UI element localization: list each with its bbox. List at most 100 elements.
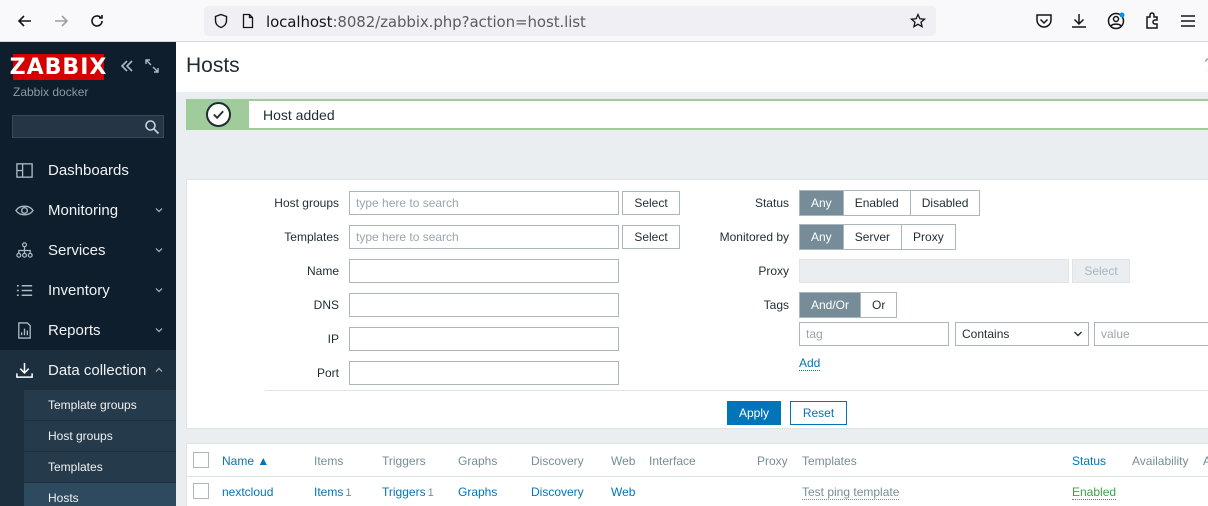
sidebar-search-input[interactable] (12, 115, 164, 138)
port-label: Port (316, 366, 339, 380)
status-any[interactable]: Any (800, 191, 844, 215)
dns-label: DNS (313, 298, 339, 312)
checkmark-icon (206, 102, 231, 127)
items-label: Items (314, 485, 344, 499)
main-menu: Dashboards Monitoring Services Inventory… (0, 150, 176, 506)
triggers-label: Triggers (382, 485, 426, 499)
extensions-icon[interactable] (1142, 11, 1162, 31)
menu-icon[interactable] (1178, 11, 1198, 31)
templates-input[interactable]: type here to search (349, 225, 619, 249)
port-input[interactable] (349, 361, 619, 385)
chevron-down-icon (155, 248, 163, 253)
submenu-template-groups[interactable]: Template groups (24, 390, 176, 421)
status-label: Status (754, 196, 789, 210)
tag-name-input[interactable]: tag (799, 322, 949, 346)
pocket-icon[interactable] (1034, 11, 1054, 31)
tag-operator-select[interactable]: Contains (955, 322, 1089, 346)
monitored-by-proxy[interactable]: Proxy (902, 225, 955, 249)
column-header-discovery: Discovery (531, 454, 584, 468)
monitored-by-any[interactable]: Any (800, 225, 844, 249)
menu-item-data-collection[interactable]: Data collection (0, 350, 176, 390)
host-groups-input[interactable]: type here to search (349, 191, 619, 215)
host-groups-select-button[interactable]: Select (622, 191, 680, 215)
template-link[interactable]: Test ping template (802, 485, 900, 500)
dns-input[interactable] (349, 293, 619, 317)
tag-value-input[interactable]: value (1094, 322, 1208, 346)
download-icon (16, 362, 33, 378)
items-link[interactable]: Items 1 (314, 485, 351, 499)
proxy-input (799, 259, 1069, 283)
data-collection-submenu: Template groups Host groups Templates Ho… (0, 390, 176, 506)
select-all-checkbox[interactable] (193, 452, 209, 468)
web-link[interactable]: Web (611, 485, 635, 499)
page-header: Hosts ? (176, 42, 1208, 92)
templates-select-button[interactable]: Select (622, 225, 680, 249)
url-text: localhost:8082/zabbix.php?action=host.li… (266, 13, 586, 31)
status-toggle[interactable]: Enabled (1072, 485, 1117, 500)
url-bar[interactable]: localhost:8082/zabbix.php?action=host.li… (204, 6, 936, 36)
chevron-down-icon (155, 208, 163, 213)
services-icon (16, 242, 33, 258)
dashboards-icon (16, 163, 33, 178)
reset-button[interactable]: Reset (790, 401, 847, 425)
items-count: 1 (345, 487, 352, 499)
proxy-label: Proxy (758, 264, 789, 278)
name-input[interactable] (349, 259, 619, 283)
column-header-status[interactable]: Status (1072, 454, 1106, 468)
tag-operator-value: Contains (962, 327, 1010, 341)
filter-panel: Host groups type here to search Select T… (186, 179, 1208, 429)
menu-label: Inventory (48, 281, 110, 299)
forward-button[interactable] (49, 9, 73, 33)
menu-label: Data collection (48, 361, 147, 379)
menu-label: Services (48, 241, 106, 259)
menu-item-inventory[interactable]: Inventory (0, 270, 176, 310)
menu-item-reports[interactable]: Reports (0, 310, 176, 350)
star-icon[interactable] (910, 13, 926, 29)
help-icon[interactable]: ? (1204, 55, 1208, 76)
tags-or[interactable]: Or (861, 293, 897, 317)
submenu-host-groups[interactable]: Host groups (24, 421, 176, 452)
kiosk-mode-icon[interactable] (144, 58, 160, 74)
row-checkbox[interactable] (193, 483, 209, 499)
ip-input[interactable] (349, 327, 619, 351)
chevron-down-icon (155, 328, 163, 333)
back-button[interactable] (13, 9, 37, 33)
apply-button[interactable]: Apply (727, 401, 781, 425)
host-name-link[interactable]: nextcloud (222, 485, 273, 499)
status-segmented-control: Any Enabled Disabled (799, 190, 981, 216)
chevron-down-icon (155, 288, 163, 293)
filter-divider (265, 390, 1208, 391)
tags-and-or[interactable]: And/Or (800, 293, 862, 317)
menu-item-dashboards[interactable]: Dashboards (0, 150, 176, 190)
column-header-web: Web (611, 454, 636, 468)
graphs-link[interactable]: Graphs (458, 485, 497, 499)
status-enabled[interactable]: Enabled (843, 191, 911, 215)
collapse-sidebar-icon[interactable] (119, 58, 135, 74)
triggers-count: 1 (427, 487, 434, 499)
search-icon[interactable] (144, 119, 160, 135)
header-divider (187, 476, 1208, 477)
add-tag-link[interactable]: Add (799, 356, 821, 371)
menu-item-monitoring[interactable]: Monitoring (0, 190, 176, 230)
success-message: Host added (186, 99, 1208, 130)
triggers-link[interactable]: Triggers 1 (382, 485, 434, 499)
menu-label: Dashboards (48, 161, 129, 179)
account-icon[interactable] (1106, 11, 1126, 31)
discovery-link[interactable]: Discovery (531, 485, 584, 499)
hosts-table: Name ▲ Items Triggers Graphs Discovery W… (186, 443, 1208, 506)
monitored-by-server[interactable]: Server (843, 225, 903, 249)
column-header-availability: Availability (1132, 454, 1189, 468)
menu-item-services[interactable]: Services (0, 230, 176, 270)
message-text: Host added (263, 107, 335, 123)
column-header-name[interactable]: Name ▲ (222, 454, 269, 468)
chevron-up-icon (155, 367, 163, 372)
reload-button[interactable] (85, 9, 109, 33)
submenu-hosts[interactable]: Hosts (24, 483, 176, 506)
status-disabled[interactable]: Disabled (910, 191, 980, 215)
list-icon (16, 284, 33, 297)
tags-label: Tags (763, 298, 789, 312)
download-icon[interactable] (1069, 11, 1089, 31)
submenu-templates[interactable]: Templates (24, 452, 176, 483)
column-header-proxy: Proxy (757, 454, 788, 468)
zabbix-logo[interactable]: ZABBIX (10, 54, 106, 80)
